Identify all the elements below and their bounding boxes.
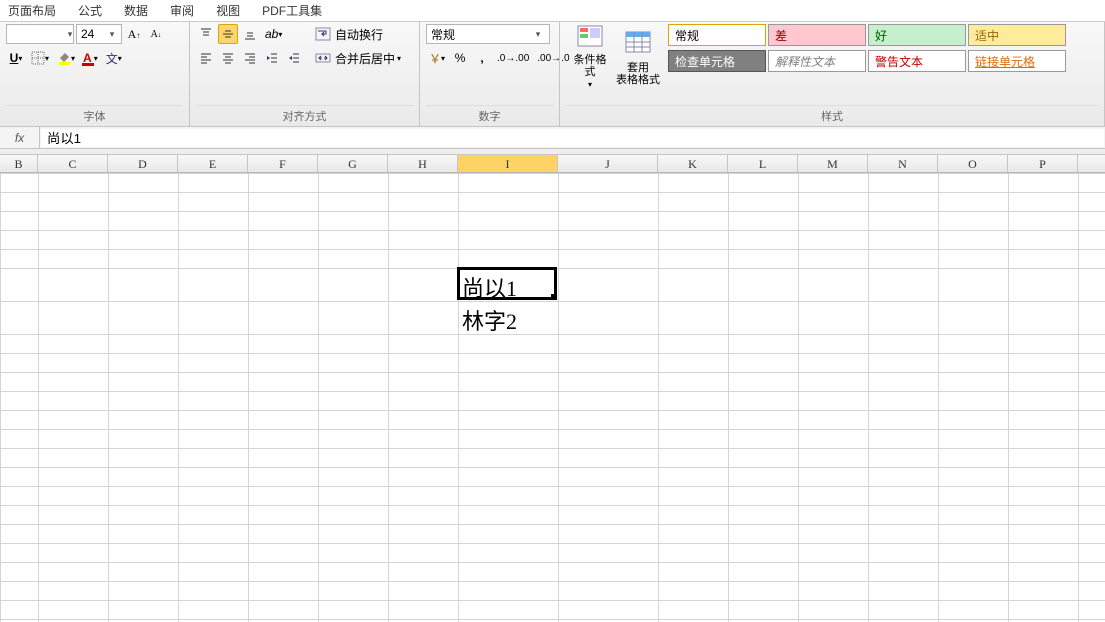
font-color-button[interactable]: A▾ xyxy=(80,48,101,68)
group-font: ▾ ▾ A↑ A↓ U▾ ▾ ▾ A▾ 文▾ 字体 xyxy=(0,22,190,126)
menu-view[interactable]: 视图 xyxy=(216,2,240,19)
fill-handle[interactable] xyxy=(551,294,557,300)
col-header-I[interactable]: I xyxy=(458,155,558,172)
group-label-styles: 样式 xyxy=(566,105,1098,126)
style-neutral[interactable]: 适中 xyxy=(968,24,1066,46)
col-header-L[interactable]: L xyxy=(728,155,798,172)
group-label-number: 数字 xyxy=(426,105,553,126)
orientation-button[interactable]: ab▾ xyxy=(262,24,285,44)
align-center-button[interactable] xyxy=(218,48,238,68)
align-right-button[interactable] xyxy=(240,48,260,68)
selection-border xyxy=(457,267,557,300)
col-header-M[interactable]: M xyxy=(798,155,868,172)
col-header-H[interactable]: H xyxy=(388,155,458,172)
chevron-down-icon: ▾ xyxy=(67,29,73,40)
percent-format-button[interactable]: % xyxy=(450,48,470,68)
borders-icon xyxy=(31,51,45,65)
cell-I7[interactable]: 林字2 xyxy=(462,304,517,336)
col-header-C[interactable]: C xyxy=(38,155,108,172)
style-warn[interactable]: 警告文本 xyxy=(868,50,966,72)
style-check[interactable]: 检查单元格 xyxy=(668,50,766,72)
align-bottom-button[interactable] xyxy=(240,24,260,44)
group-styles: 条件格式▾ 套用 表格格式 常规 差 好 适中 检查单元格 解释性文本 警告文本… xyxy=(560,22,1105,126)
merge-center-button[interactable]: 合并后居中▾ xyxy=(312,48,422,68)
menu-data[interactable]: 数据 xyxy=(124,2,148,19)
decrease-font-button[interactable]: A↓ xyxy=(146,24,166,44)
conditional-format-button[interactable]: 条件格式▾ xyxy=(566,24,614,88)
group-alignment: ab▾ 自动换行 合并后居中▾ 对齐方式 xyxy=(190,22,420,126)
group-label-font: 字体 xyxy=(6,105,183,126)
style-link[interactable]: 链接单元格 xyxy=(968,50,1066,72)
borders-button[interactable]: ▾ xyxy=(28,48,52,68)
spreadsheet-grid[interactable]: 尚以1林字2 xyxy=(0,173,1105,622)
font-size-combo[interactable]: ▾ xyxy=(76,24,122,44)
align-middle-button[interactable] xyxy=(218,24,238,44)
col-header-D[interactable]: D xyxy=(108,155,178,172)
font-family-combo[interactable]: ▾ xyxy=(6,24,74,44)
bucket-icon xyxy=(57,51,71,65)
style-good[interactable]: 好 xyxy=(868,24,966,46)
fx-icon[interactable]: fx xyxy=(0,127,40,148)
menu-bar: 页面布局 公式 数据 审阅 视图 PDF工具集 xyxy=(0,0,1105,22)
fill-color-button[interactable]: ▾ xyxy=(54,48,78,68)
phonetic-button[interactable]: 文▾ xyxy=(103,48,125,68)
chevron-down-icon: ▾ xyxy=(531,29,545,40)
group-label-alignment: 对齐方式 xyxy=(196,105,413,126)
menu-pagelayout[interactable]: 页面布局 xyxy=(8,2,56,19)
wrap-text-button[interactable]: 自动换行 xyxy=(312,24,408,44)
style-explain[interactable]: 解释性文本 xyxy=(768,50,866,72)
tablefmt-icon xyxy=(624,30,652,58)
col-header-J[interactable]: J xyxy=(558,155,658,172)
increase-font-button[interactable]: A↑ xyxy=(124,24,144,44)
menu-review[interactable]: 审阅 xyxy=(170,2,194,19)
formula-bar: fx xyxy=(0,127,1105,149)
align-left-button[interactable] xyxy=(196,48,216,68)
wraptext-icon xyxy=(315,27,331,41)
col-header-E[interactable]: E xyxy=(178,155,248,172)
formula-input[interactable] xyxy=(41,129,1104,147)
group-number: ▾ ￥▾ % , .0→.00 .00→.0 数字 xyxy=(420,22,560,126)
condfmt-icon xyxy=(576,24,604,52)
decrease-indent-button[interactable] xyxy=(262,48,282,68)
number-format-combo[interactable]: ▾ xyxy=(426,24,550,44)
style-normal[interactable]: 常规 xyxy=(668,24,766,46)
comma-format-button[interactable]: , xyxy=(472,48,492,68)
col-header-O[interactable]: O xyxy=(938,155,1008,172)
col-header-B[interactable]: B xyxy=(0,155,38,172)
chevron-down-icon: ▾ xyxy=(105,29,119,40)
column-headers: BCDEFGHIJKLMNOP xyxy=(0,155,1105,173)
col-header-N[interactable]: N xyxy=(868,155,938,172)
col-header-G[interactable]: G xyxy=(318,155,388,172)
table-format-button[interactable]: 套用 表格格式 xyxy=(614,24,662,88)
style-bad[interactable]: 差 xyxy=(768,24,866,46)
align-top-button[interactable] xyxy=(196,24,216,44)
increase-indent-button[interactable] xyxy=(284,48,304,68)
accounting-format-button[interactable]: ￥▾ xyxy=(426,48,448,68)
underline-button[interactable]: U▾ xyxy=(6,48,26,68)
merge-icon xyxy=(315,51,331,65)
ribbon: ▾ ▾ A↑ A↓ U▾ ▾ ▾ A▾ 文▾ 字体 xyxy=(0,22,1105,127)
col-header-K[interactable]: K xyxy=(658,155,728,172)
menu-pdftools[interactable]: PDF工具集 xyxy=(262,2,322,19)
increase-decimal-button[interactable]: .0→.00 xyxy=(494,48,532,68)
col-header-F[interactable]: F xyxy=(248,155,318,172)
col-header-P[interactable]: P xyxy=(1008,155,1078,172)
menu-formula[interactable]: 公式 xyxy=(78,2,102,19)
